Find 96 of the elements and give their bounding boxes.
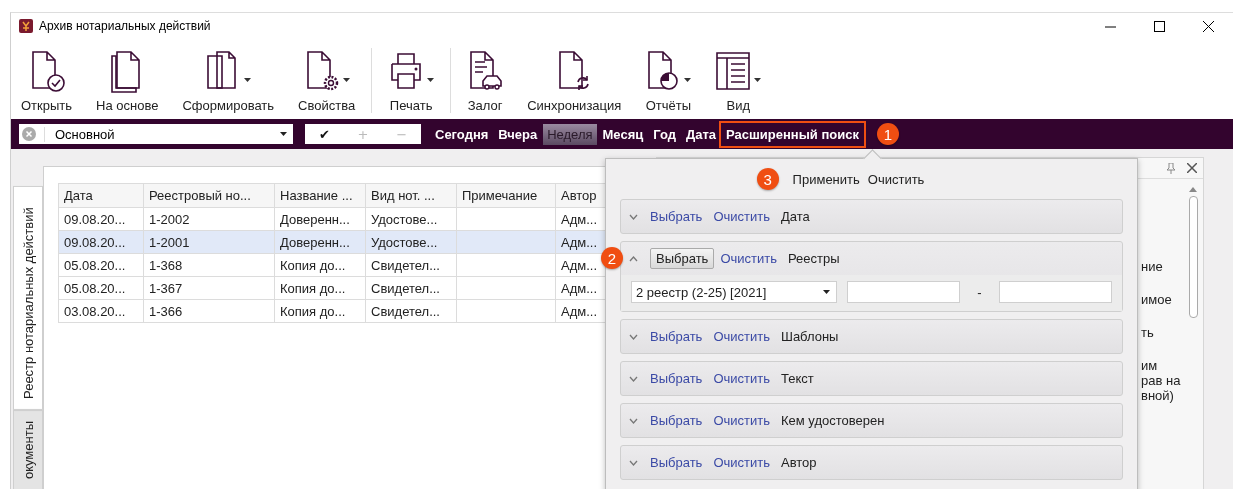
table-cell: 03.08.20... bbox=[58, 299, 144, 323]
period-tab[interactable]: Дата bbox=[681, 123, 721, 145]
close-icon[interactable] bbox=[1203, 20, 1214, 32]
toolbar-button[interactable]: На основе bbox=[88, 48, 167, 113]
chevron-down-icon[interactable] bbox=[629, 213, 638, 220]
column-header[interactable]: Вид нот. ... bbox=[365, 183, 457, 208]
clear-link[interactable]: Очистить bbox=[713, 209, 770, 224]
toolbar-button[interactable]: Залог bbox=[450, 48, 512, 113]
caret-icon bbox=[822, 290, 830, 294]
clear-icon[interactable] bbox=[22, 127, 36, 141]
confirm-button[interactable]: ✔ bbox=[312, 126, 337, 142]
clear-button[interactable]: Очистить bbox=[865, 170, 927, 188]
select-link[interactable]: Выбрать bbox=[650, 329, 703, 344]
scroll-up-icon[interactable] bbox=[1189, 187, 1197, 192]
table-cell: Свидетел... bbox=[365, 253, 457, 277]
clear-link[interactable]: Очистить bbox=[720, 251, 777, 266]
caret-icon bbox=[754, 78, 762, 82]
toolbar-button[interactable]: Открыть bbox=[13, 48, 81, 113]
toolbar-button[interactable]: Вид bbox=[707, 48, 770, 113]
period-tab[interactable]: Вчера bbox=[494, 123, 542, 145]
apply-button[interactable]: Применить bbox=[790, 170, 862, 188]
chevron-down-icon[interactable] bbox=[629, 459, 638, 466]
caret-icon bbox=[427, 78, 435, 82]
maximize-icon[interactable] bbox=[1154, 20, 1165, 32]
period-tab[interactable]: Год bbox=[649, 123, 680, 145]
column-header[interactable]: Примечание bbox=[456, 183, 556, 208]
table-cell: 05.08.20... bbox=[58, 253, 144, 277]
select-link[interactable]: Выбрать bbox=[650, 371, 703, 386]
table-cell: Свидетел... bbox=[365, 299, 457, 323]
callout-badge: 3 bbox=[756, 168, 779, 190]
table-cell: Копия до... bbox=[274, 299, 366, 323]
table-cell: 05.08.20... bbox=[58, 276, 144, 300]
column-header[interactable]: Название ... bbox=[274, 183, 366, 208]
period-tab[interactable]: Месяц bbox=[598, 123, 648, 145]
range-separator: - bbox=[976, 284, 983, 300]
table-cell: 09.08.20... bbox=[58, 207, 144, 231]
table-cell: 1-367 bbox=[143, 276, 275, 300]
select-link[interactable]: Выбрать bbox=[650, 209, 703, 224]
callout-badge: 1 bbox=[876, 123, 899, 145]
side-tab[interactable]: Реестр нотариальных действий bbox=[13, 186, 43, 410]
table-cell: 1-366 bbox=[143, 299, 275, 323]
range-from-field[interactable] bbox=[846, 281, 960, 303]
toolbar-button[interactable]: Синхронизация bbox=[519, 48, 630, 113]
clear-link[interactable]: Очистить bbox=[713, 413, 770, 428]
callout-badge: 2 bbox=[601, 247, 623, 269]
section-title: Реестры bbox=[787, 251, 840, 266]
table-cell: Копия до... bbox=[274, 276, 366, 300]
clear-link[interactable]: Очистить bbox=[713, 455, 770, 470]
clear-link[interactable]: Очистить bbox=[713, 329, 770, 344]
caret-icon bbox=[280, 132, 287, 136]
period-tab[interactable]: Сегодня bbox=[431, 123, 493, 145]
toolbar-button[interactable]: Свойства bbox=[290, 48, 364, 113]
caret-icon bbox=[244, 78, 252, 82]
panel-text: имое bbox=[1141, 292, 1173, 307]
table-cell: 1-2001 bbox=[143, 230, 275, 254]
clear-link[interactable]: Очистить bbox=[713, 371, 770, 386]
panel-text: им bbox=[1141, 358, 1159, 373]
advanced-search-button[interactable]: Расширенный поиск bbox=[722, 123, 863, 145]
side-tab[interactable]: окументы bbox=[13, 409, 43, 489]
close-icon[interactable] bbox=[1187, 163, 1197, 173]
chevron-down-icon[interactable] bbox=[629, 333, 638, 340]
chevron-down-icon[interactable] bbox=[629, 417, 638, 424]
select-button[interactable]: Выбрать bbox=[650, 248, 715, 269]
table-cell: Копия до... bbox=[274, 253, 366, 277]
range-to-field[interactable] bbox=[999, 281, 1112, 303]
table-cell: Удостове... bbox=[365, 207, 457, 231]
preset-dropdown[interactable]: Основной bbox=[19, 124, 293, 144]
section-title: Кем удостоверен bbox=[780, 413, 885, 428]
column-header[interactable]: Дата bbox=[58, 183, 144, 208]
toolbar-button[interactable]: Печать bbox=[371, 48, 443, 113]
panel-text: рав на bbox=[1141, 373, 1182, 388]
panel-text: вной) bbox=[1141, 388, 1175, 403]
select-link[interactable]: Выбрать bbox=[650, 413, 703, 428]
table-cell: 1-368 bbox=[143, 253, 275, 277]
app-logo-icon bbox=[19, 19, 33, 33]
registry-dropdown[interactable]: 2 реестр (2-25) [2021] bbox=[631, 281, 837, 303]
caret-icon bbox=[684, 78, 692, 82]
chevron-up-icon[interactable] bbox=[629, 255, 638, 262]
table-cell: Доверенн... bbox=[274, 207, 366, 231]
panel-text: ние bbox=[1141, 259, 1164, 274]
table-cell: 09.08.20... bbox=[58, 230, 144, 254]
select-link[interactable]: Выбрать bbox=[650, 455, 703, 470]
section-title: Дата bbox=[780, 209, 810, 224]
caret-icon bbox=[342, 78, 350, 82]
toolbar-button[interactable]: Сформировать bbox=[174, 48, 283, 113]
table-cell: 1-2002 bbox=[143, 207, 275, 231]
chevron-down-icon[interactable] bbox=[629, 375, 638, 382]
toolbar-button[interactable]: Отчёты bbox=[637, 48, 700, 113]
section-title: Текст bbox=[780, 371, 814, 386]
section-title: Шаблоны bbox=[780, 329, 839, 344]
table-cell: Свидетел... bbox=[365, 276, 457, 300]
window-title: Архив нотариальных действий bbox=[39, 19, 212, 33]
section-title: Автор bbox=[780, 455, 817, 470]
column-header[interactable]: Реестровый но... bbox=[143, 183, 275, 208]
pin-icon[interactable] bbox=[1167, 162, 1175, 174]
panel-text: ть bbox=[1141, 325, 1155, 340]
